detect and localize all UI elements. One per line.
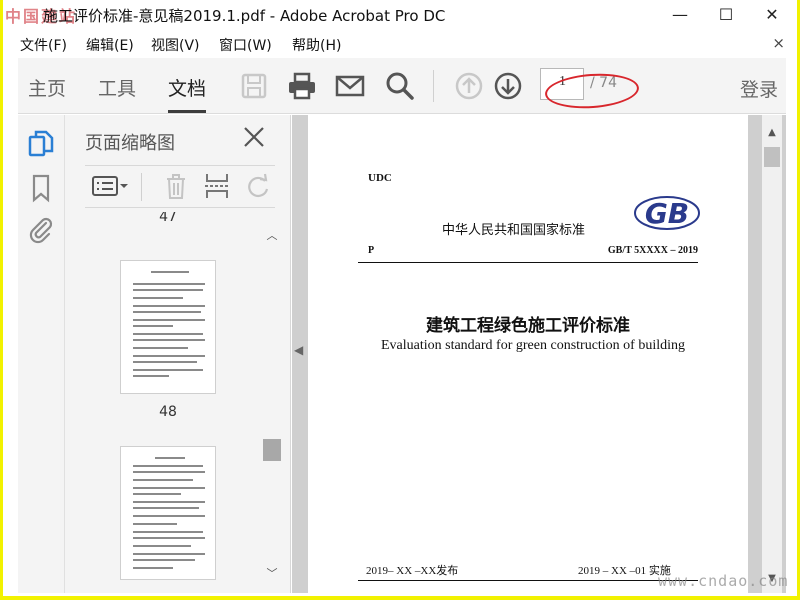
thumbnail-panel: 页面缩略图 47 48 ︿ ﹀: [65, 115, 291, 593]
login-button[interactable]: 登录: [740, 75, 778, 102]
title-bar: 中国建站 施工评价标准-意见稿2019.1.pdf - Adobe Acroba…: [3, 0, 797, 28]
menu-bar: 文件(F) 编辑(E) 视图(V) 窗口(W) 帮助(H) ×: [3, 30, 797, 56]
menu-view[interactable]: 视图(V): [151, 35, 200, 55]
pdf-page: UDC 中华人民共和国国家标准 GB P GB/T 5XXXX – 2019 建…: [308, 115, 748, 593]
document-scrollbar[interactable]: ▲ ▼: [762, 115, 782, 593]
chevron-down-icon[interactable]: ﹀: [263, 565, 281, 580]
thumbnail-page-number: 47: [159, 212, 177, 222]
search-icon[interactable]: [384, 70, 416, 102]
menu-file[interactable]: 文件(F): [20, 35, 67, 55]
main-toolbar: 主页 工具 文档 1 / 74 登录: [18, 58, 786, 114]
thumbnail-list: 47 48: [65, 208, 263, 593]
national-standard-label: 中华人民共和国国家标准: [442, 222, 586, 237]
rotate-icon[interactable]: [243, 171, 273, 201]
thumbnail-page-number: 48: [159, 404, 177, 420]
minimize-button[interactable]: —: [657, 0, 703, 28]
left-icon-rail: [18, 115, 65, 593]
watermark-url: www.cndao.com: [658, 572, 789, 590]
insert-page-icon[interactable]: [202, 171, 232, 201]
window-title: 施工评价标准-意见稿2019.1.pdf - Adobe Acrobat Pro…: [43, 7, 446, 25]
tab-document[interactable]: 文档: [168, 74, 207, 113]
collapse-panel-arrow-icon[interactable]: ◀: [294, 343, 303, 357]
udc-label: UDC: [368, 172, 392, 184]
page-up-icon[interactable]: [453, 70, 485, 102]
menu-window[interactable]: 窗口(W): [219, 35, 272, 55]
panel-divider: [85, 165, 275, 166]
effective-date: 2019 – XX –01 实施: [578, 565, 671, 577]
page-thumbnails-icon[interactable]: [26, 129, 56, 159]
thumbnail-page[interactable]: [120, 446, 216, 580]
scroll-up-icon[interactable]: ▲: [762, 127, 782, 138]
bookmark-icon[interactable]: [26, 173, 56, 203]
document-scroll-thumb[interactable]: [764, 147, 780, 167]
header-rule: [358, 262, 698, 263]
tool-divider: [141, 173, 142, 201]
tab-tools[interactable]: 工具: [98, 74, 136, 101]
save-icon[interactable]: [238, 70, 270, 102]
panel-title: 页面缩略图: [85, 133, 175, 154]
footer-rule: [358, 580, 698, 581]
gb-logo: GB: [633, 195, 701, 231]
toolbar-divider: [433, 70, 434, 102]
maximize-button[interactable]: ☐: [703, 0, 749, 28]
thumbnail-scroll-thumb[interactable]: [263, 439, 281, 461]
options-menu-icon[interactable]: [91, 171, 129, 201]
svg-text:GB: GB: [645, 197, 689, 230]
close-window-button[interactable]: ✕: [749, 0, 795, 28]
tab-home[interactable]: 主页: [28, 74, 66, 101]
thumbnail-scrollbar[interactable]: ︿ ﹀: [263, 227, 281, 587]
document-view[interactable]: ◀ UDC 中华人民共和国国家标准 GB P GB/T 5XXXX – 2019…: [292, 115, 786, 593]
chevron-up-icon[interactable]: ︿: [263, 227, 281, 242]
thumbnail-page[interactable]: [120, 260, 216, 394]
acrobat-window: 中国建站 施工评价标准-意见稿2019.1.pdf - Adobe Acroba…: [3, 0, 797, 596]
close-panel-icon[interactable]: [240, 123, 268, 151]
print-icon[interactable]: [286, 70, 318, 102]
document-title-en: Evaluation standard for green constructi…: [380, 338, 686, 353]
menu-edit[interactable]: 编辑(E): [86, 35, 134, 55]
issued-date: 2019– XX –XX发布: [366, 565, 459, 577]
standard-code: GB/T 5XXXX – 2019: [607, 245, 698, 256]
close-document-button[interactable]: ×: [772, 34, 785, 52]
document-title-zh: 建筑工程绿色施工评价标准: [426, 316, 630, 336]
menu-help[interactable]: 帮助(H): [292, 35, 341, 55]
page-down-icon[interactable]: [492, 70, 524, 102]
attachment-icon[interactable]: [26, 215, 56, 245]
p-mark: P: [368, 245, 375, 256]
delete-page-icon[interactable]: [161, 171, 191, 201]
email-icon[interactable]: [334, 70, 366, 102]
